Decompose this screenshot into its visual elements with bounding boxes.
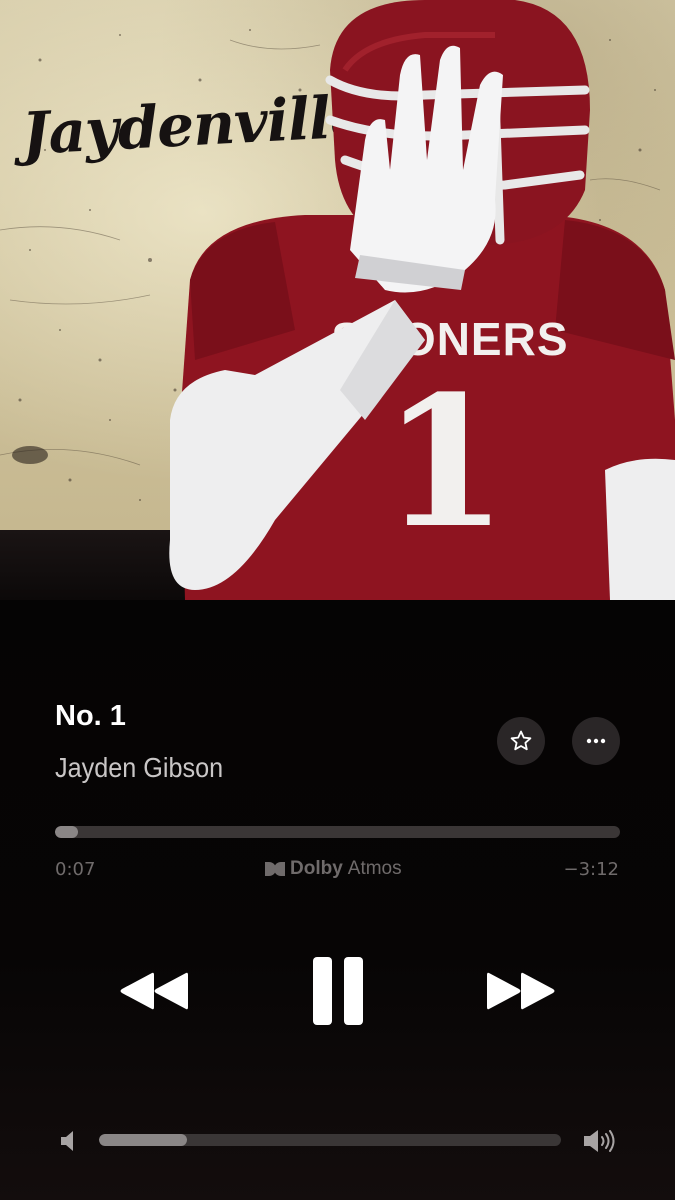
dolby-atmos-badge: Dolby Atmos [265,858,402,880]
dolby-brand-label: Dolby [290,858,343,879]
playback-progress-fill [55,826,78,838]
playback-scrubber[interactable] [55,826,620,838]
fast-forward-button[interactable] [485,965,557,1017]
artist-name[interactable]: Jayden Gibson [55,752,223,784]
volume-low-button[interactable] [55,1128,81,1154]
now-playing-panel [0,600,675,1200]
volume-level-fill [99,1134,187,1146]
elapsed-time: 0:07 [55,859,96,880]
pause-button[interactable] [308,955,368,1027]
rewind-icon [120,972,188,1010]
dolby-logo-icon [265,862,285,876]
dolby-format-label: Atmos [347,858,402,879]
volume-high-button[interactable] [580,1126,620,1156]
album-artwork: Jaydenville SOONERS 1 [0,0,675,600]
football-player-figure: SOONERS 1 [169,0,675,600]
song-title: No. 1 [55,700,126,732]
speaker-low-icon [61,1131,73,1151]
more-options-button[interactable] [572,717,620,765]
pause-icon [313,957,363,1025]
fast-forward-icon [487,972,555,1010]
star-outline-icon [510,730,532,751]
remaining-time: −3:12 [563,859,619,880]
speaker-high-icon [584,1130,615,1152]
favorite-button[interactable] [497,717,545,765]
volume-slider[interactable] [99,1134,561,1146]
rewind-button[interactable] [118,965,190,1017]
jersey-number: 1 [382,357,507,568]
ellipsis-icon [586,738,606,744]
